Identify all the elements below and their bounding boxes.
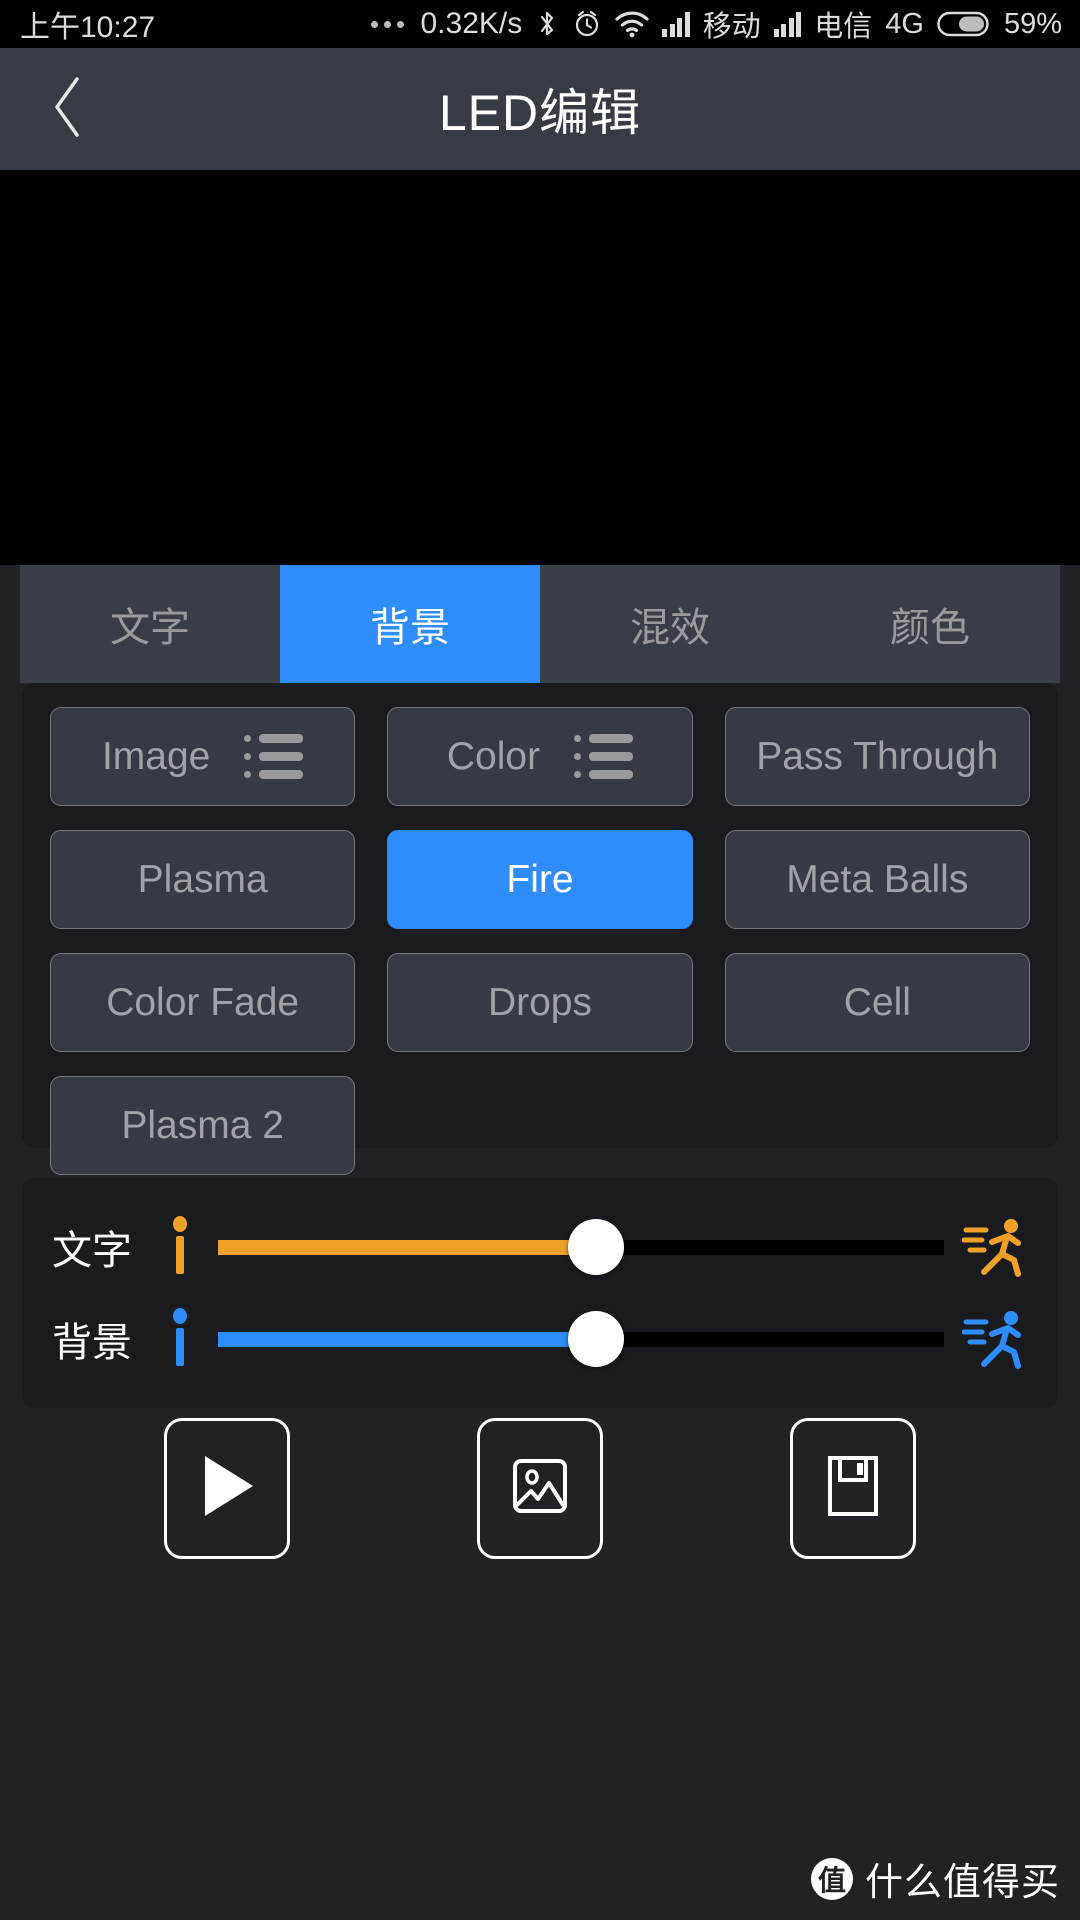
effect-button-color[interactable]: Color	[387, 707, 693, 806]
more-dots-icon	[370, 20, 404, 28]
page-title: LED编辑	[438, 85, 642, 141]
network-type-label: 4G	[885, 7, 924, 40]
standing-person-icon	[160, 1216, 200, 1278]
save-floppy-icon	[822, 1452, 884, 1525]
slider-label-background: 背景	[52, 1321, 132, 1365]
play-button[interactable]	[163, 1418, 290, 1559]
slider-thumb[interactable]	[567, 1311, 624, 1367]
running-person-icon	[954, 1216, 1028, 1278]
effect-label: Fire	[506, 857, 574, 901]
action-bar	[0, 1410, 1080, 1920]
signal-icon	[773, 11, 802, 37]
slider-fill	[218, 1331, 596, 1347]
alarm-clock-icon	[572, 9, 602, 39]
effect-button-image[interactable]: Image	[50, 707, 356, 806]
back-button[interactable]	[22, 48, 112, 170]
slider-fill	[218, 1239, 596, 1255]
image-icon	[507, 1453, 573, 1524]
network-speed-label: 0.32K/s	[420, 7, 523, 40]
watermark: 值 什么值得买	[810, 1851, 1060, 1906]
slider-text-speed[interactable]	[218, 1216, 944, 1278]
watermark-text: 什么值得买	[864, 1862, 1060, 1904]
effect-label: Color	[446, 734, 541, 778]
title-bar: LED编辑	[0, 48, 1080, 170]
effect-label: Drops	[487, 980, 593, 1024]
battery-label: 59%	[1003, 7, 1062, 40]
effect-label: Meta Balls	[786, 857, 969, 901]
effect-button-pass-through[interactable]: Pass Through	[724, 707, 1030, 806]
slider-label-text: 文字	[52, 1229, 132, 1273]
effect-button-fire[interactable]: Fire	[387, 830, 693, 929]
action-buttons-row	[0, 1418, 1080, 1559]
carrier1-label: 移动	[702, 11, 761, 43]
tab-color[interactable]: 颜色	[800, 565, 1060, 683]
effect-button-plasma-2[interactable]: Plasma 2	[50, 1076, 356, 1175]
battery-icon	[937, 10, 989, 38]
watermark-logo-icon: 值	[810, 1857, 853, 1900]
effect-label: Plasma 2	[121, 1103, 284, 1147]
standing-person-icon	[160, 1308, 200, 1370]
running-person-icon	[954, 1308, 1028, 1370]
effect-label: Image	[101, 734, 211, 778]
effects-panel: Image Color Pass Through Plasma Fire Met…	[22, 683, 1058, 1175]
effect-label: Plasma	[137, 857, 268, 901]
signal-icon	[662, 11, 690, 37]
slider-row-text: 文字	[22, 1216, 1058, 1278]
list-icon	[244, 734, 304, 779]
led-preview-canvas[interactable]	[0, 170, 1080, 565]
effect-button-color-fade[interactable]: Color Fade	[50, 953, 356, 1052]
effect-label: Pass Through	[756, 734, 999, 778]
status-icons: 0.32K/s 移动 电信 4G 59%	[370, 3, 1062, 45]
image-button[interactable]	[476, 1418, 603, 1559]
status-bar: 上午10:27 0.32K/s 移动 电信 4G 59%	[0, 0, 1080, 48]
tab-background[interactable]: 背景	[280, 565, 540, 683]
slider-row-background: 背景	[22, 1308, 1058, 1370]
slider-thumb[interactable]	[567, 1219, 624, 1275]
app-root: 上午10:27 0.32K/s 移动 电信 4G 59% LED编辑 文字 背景…	[0, 0, 1080, 1920]
chevron-left-icon	[47, 75, 87, 144]
tab-bar-inner: 文字 背景 混效 颜色	[20, 565, 1060, 683]
tab-bar: 文字 背景 混效 颜色	[0, 565, 1080, 683]
save-button[interactable]	[790, 1418, 917, 1559]
effect-label: Color Fade	[106, 980, 300, 1024]
status-time: 上午10:27	[20, 11, 156, 44]
play-icon	[195, 1450, 259, 1527]
list-icon	[574, 734, 634, 779]
effect-button-cell[interactable]: Cell	[724, 953, 1030, 1052]
effects-grid: Image Color Pass Through Plasma Fire Met…	[50, 707, 1030, 1175]
carrier2-label: 电信	[814, 11, 873, 43]
effect-button-drops[interactable]: Drops	[387, 953, 693, 1052]
effect-label: Cell	[843, 980, 911, 1024]
effect-button-plasma[interactable]: Plasma	[50, 830, 356, 929]
speed-sliders-panel: 文字 背景	[22, 1178, 1058, 1408]
effect-button-meta-balls[interactable]: Meta Balls	[724, 830, 1030, 929]
tab-text[interactable]: 文字	[20, 565, 280, 683]
tab-mix[interactable]: 混效	[540, 565, 800, 683]
bluetooth-icon	[535, 9, 559, 39]
slider-background-speed[interactable]	[218, 1308, 944, 1370]
wifi-icon	[615, 10, 649, 38]
